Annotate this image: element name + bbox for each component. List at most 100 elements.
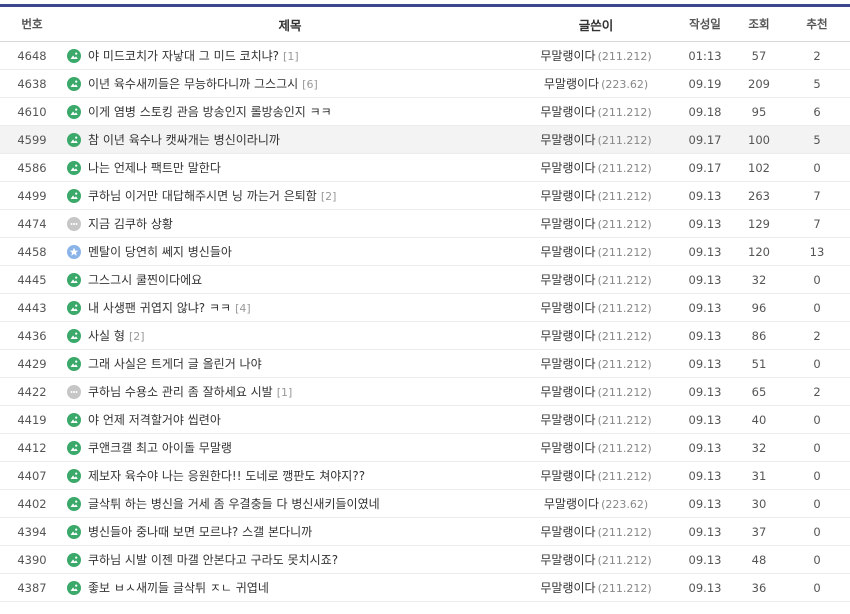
post-views: 32	[734, 265, 784, 294]
writer-nickname[interactable]: 무말랭이다	[540, 469, 595, 483]
writer-nickname[interactable]: 무말랭이다	[540, 189, 595, 203]
post-number: 4394	[0, 517, 64, 546]
post-title-link[interactable]: 참 이년 육수나 캣싸개는 병신이라니까	[88, 133, 280, 147]
post-title-link[interactable]: 야 언제 저격할거야 씹련아	[88, 413, 221, 427]
reply-count[interactable]: [2]	[321, 190, 337, 203]
post-writer-cell: 무말랭이다 (211.212)	[516, 377, 676, 406]
post-row[interactable]: 4474 지금 김쿠하 상황 무말랭이다 (211.212) 09.13 129 7	[0, 209, 850, 238]
writer-nickname[interactable]: 무말랭이다	[544, 497, 599, 511]
post-title-link[interactable]: 쿠앤크갤 최고 아이돌 무말랭	[88, 441, 232, 455]
post-title-link[interactable]: 병신들아 중나때 보면 모르냐? 스갤 본다니까	[88, 525, 312, 539]
post-title-link[interactable]: 야 미드코치가 자낳대 그 미드 코치냐?	[88, 49, 279, 63]
post-writer-cell: 무말랭이다 (211.212)	[516, 125, 676, 154]
post-title-link[interactable]: 이년 육수새끼들은 무능하다니까 그스그시	[88, 77, 298, 91]
post-row[interactable]: 4402 글삭튀 하는 병신을 거세 좀 우결충들 다 병신새키들이였네 무말랭이다…	[0, 489, 850, 518]
post-row[interactable]: 4586 나는 언제나 팩트만 말한다 무말랭이다 (211.212) 09.17 102…	[0, 153, 850, 182]
post-row[interactable]: 4387 좋보 ㅂㅅ새끼들 글삭튀 ㅈㄴ 귀엽네 무말랭이다 (211.212) 09.…	[0, 573, 850, 602]
header-views: 조회	[734, 7, 784, 42]
post-title-link[interactable]: 내 사생팬 귀엽지 않냐? ㅋㅋ	[88, 301, 231, 315]
reply-count[interactable]: [6]	[302, 78, 318, 91]
header-num: 번호	[0, 7, 64, 42]
post-title-cell: 멘탈이 당연히 쎄지 병신들아	[64, 237, 516, 266]
post-row[interactable]: 4443 내 사생팬 귀엽지 않냐? ㅋㅋ [4] 무말랭이다 (211.212) 09.…	[0, 293, 850, 322]
post-row[interactable]: 4499 쿠하님 이거만 대답해주시면 닝 까는거 은퇴함 [2] 무말랭이다 (211…	[0, 181, 850, 210]
post-title-link[interactable]: 쿠하님 시발 이젠 마갤 안본다고 구라도 못치시죠?	[88, 553, 338, 567]
writer-ip: (211.212)	[597, 470, 652, 483]
writer-nickname[interactable]: 무말랭이다	[540, 357, 595, 371]
post-writer-cell: 무말랭이다 (211.212)	[516, 461, 676, 490]
writer-nickname[interactable]: 무말랭이다	[544, 77, 599, 91]
post-title-link[interactable]: 좋보 ㅂㅅ새끼들 글삭튀 ㅈㄴ 귀엽네	[88, 581, 269, 595]
post-title-link[interactable]: 그래 사실은 트게더 글 올린거 나야	[88, 357, 262, 371]
writer-ip: (211.212)	[597, 526, 652, 539]
post-row[interactable]: 4599 참 이년 육수나 캣싸개는 병신이라니까 무말랭이다 (211.212) 09…	[0, 125, 850, 154]
post-number: 4422	[0, 377, 64, 406]
writer-nickname[interactable]: 무말랭이다	[540, 133, 595, 147]
reply-count[interactable]: [1]	[283, 50, 299, 63]
post-title-cell: 내 사생팬 귀엽지 않냐? ㅋㅋ [4]	[64, 293, 516, 322]
reply-count[interactable]: [1]	[277, 386, 293, 399]
post-title-link[interactable]: 멘탈이 당연히 쎄지 병신들아	[88, 245, 232, 259]
writer-nickname[interactable]: 무말랭이다	[540, 441, 595, 455]
writer-nickname[interactable]: 무말랭이다	[540, 49, 595, 63]
post-recommend: 0	[784, 405, 850, 434]
writer-ip: (211.212)	[597, 582, 652, 595]
post-row[interactable]: 4412 쿠앤크갤 최고 아이돌 무말랭 무말랭이다 (211.212) 09.13 32…	[0, 433, 850, 462]
post-row[interactable]: 4648 야 미드코치가 자낳대 그 미드 코치냐? [1] 무말랭이다 (211.21…	[0, 41, 850, 70]
post-date: 09.13	[676, 517, 734, 546]
writer-nickname[interactable]: 무말랭이다	[540, 385, 595, 399]
post-title-cell: 참 이년 육수나 캣싸개는 병신이라니까	[64, 125, 516, 154]
post-title-link[interactable]: 지금 김쿠하 상황	[88, 217, 173, 231]
post-row[interactable]: 4419 야 언제 저격할거야 씹련아 무말랭이다 (211.212) 09.13 40 0	[0, 405, 850, 434]
post-title-link[interactable]: 글삭튀 하는 병신을 거세 좀 우결충들 다 병신새키들이였네	[88, 497, 380, 511]
image-post-icon	[67, 189, 81, 203]
post-row[interactable]: 4445 그스그시 쿨찐이다에요 무말랭이다 (211.212) 09.13 32 0	[0, 265, 850, 294]
post-writer-cell: 무말랭이다 (211.212)	[516, 41, 676, 70]
writer-nickname[interactable]: 무말랭이다	[540, 105, 595, 119]
post-title-link[interactable]: 이게 염병 스토킹 관음 방송인지 롤방송인지 ㅋㅋ	[88, 105, 332, 119]
post-row[interactable]: 4394 병신들아 중나때 보면 모르냐? 스갤 본다니까 무말랭이다 (211.21…	[0, 517, 850, 546]
writer-nickname[interactable]: 무말랭이다	[540, 217, 595, 231]
post-date: 09.13	[676, 405, 734, 434]
writer-nickname[interactable]: 무말랭이다	[540, 553, 595, 567]
reply-count[interactable]: [2]	[129, 330, 145, 343]
post-title-cell: 나는 언제나 팩트만 말한다	[64, 153, 516, 182]
post-title-link[interactable]: 쿠하님 이거만 대답해주시면 닝 까는거 은퇴함	[88, 189, 317, 203]
post-row[interactable]: 4610 이게 염병 스토킹 관음 방송인지 롤방송인지 ㅋㅋ 무말랭이다 (211.…	[0, 97, 850, 126]
post-views: 48	[734, 545, 784, 574]
writer-nickname[interactable]: 무말랭이다	[540, 581, 595, 595]
post-number: 4599	[0, 125, 64, 154]
post-title-link[interactable]: 사실 형	[88, 329, 125, 343]
writer-ip: (211.212)	[597, 190, 652, 203]
writer-nickname[interactable]: 무말랭이다	[540, 329, 595, 343]
writer-nickname[interactable]: 무말랭이다	[540, 525, 595, 539]
image-post-icon	[67, 581, 81, 595]
image-post-icon	[67, 441, 81, 455]
post-title-link[interactable]: 제보자 육수야 나는 응원한다!! 도네로 깽판도 쳐야지??	[88, 469, 365, 483]
post-title-link[interactable]: 그스그시 쿨찐이다에요	[88, 273, 202, 287]
post-row[interactable]: 4458 멘탈이 당연히 쎄지 병신들아 무말랭이다 (211.212) 09.13 12…	[0, 237, 850, 266]
post-writer-cell: 무말랭이다 (211.212)	[516, 237, 676, 266]
post-row[interactable]: 4429 그래 사실은 트게더 글 올린거 나야 무말랭이다 (211.212) 09.…	[0, 349, 850, 378]
post-title-cell: 병신들아 중나때 보면 모르냐? 스갤 본다니까	[64, 517, 516, 546]
post-row[interactable]: 4390 쿠하님 시발 이젠 마갤 안본다고 구라도 못치시죠? 무말랭이다 (211…	[0, 545, 850, 574]
post-title-link[interactable]: 나는 언제나 팩트만 말한다	[88, 161, 221, 175]
post-number: 4638	[0, 69, 64, 98]
post-writer-cell: 무말랭이다 (211.212)	[516, 321, 676, 350]
reply-count[interactable]: [4]	[235, 302, 251, 315]
post-row[interactable]: 4407 제보자 육수야 나는 응원한다!! 도네로 깽판도 쳐야지?? 무말랭이다…	[0, 461, 850, 490]
writer-nickname[interactable]: 무말랭이다	[540, 301, 595, 315]
writer-nickname[interactable]: 무말랭이다	[540, 273, 595, 287]
writer-nickname[interactable]: 무말랭이다	[540, 245, 595, 259]
post-title-cell: 야 미드코치가 자낳대 그 미드 코치냐? [1]	[64, 41, 516, 70]
post-title-cell: 좋보 ㅂㅅ새끼들 글삭튀 ㅈㄴ 귀엽네	[64, 573, 516, 602]
header-writer: 글쓴이	[516, 7, 676, 42]
post-row[interactable]: 4436 사실 형 [2] 무말랭이다 (211.212) 09.13 86 2	[0, 321, 850, 350]
post-title-link[interactable]: 쿠하님 수용소 관리 좀 잘하세요 시발	[88, 385, 273, 399]
writer-nickname[interactable]: 무말랭이다	[540, 161, 595, 175]
writer-nickname[interactable]: 무말랭이다	[540, 413, 595, 427]
post-row[interactable]: 4422 쿠하님 수용소 관리 좀 잘하세요 시발 [1] 무말랭이다 (211.212…	[0, 377, 850, 406]
post-recommend: 0	[784, 517, 850, 546]
writer-ip: (211.212)	[597, 386, 652, 399]
post-row[interactable]: 4638 이년 육수새끼들은 무능하다니까 그스그시 [6] 무말랭이다 (223.62…	[0, 69, 850, 98]
